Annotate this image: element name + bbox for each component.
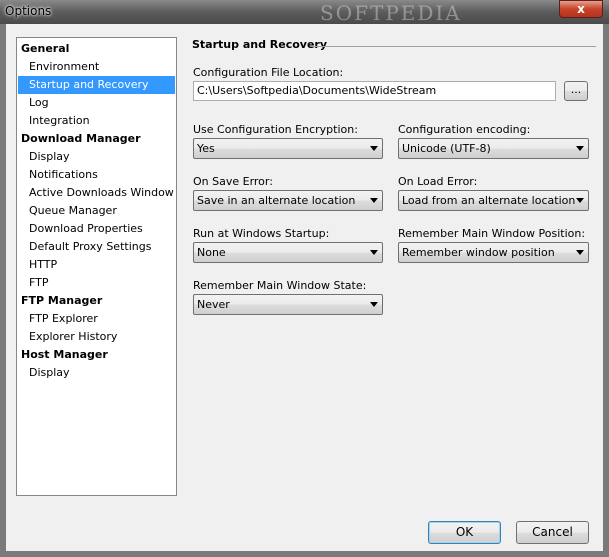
tree-item-startup-and-recovery[interactable]: Startup and Recovery xyxy=(18,76,175,94)
options-tree[interactable]: General Environment Startup and Recovery… xyxy=(16,37,177,496)
tree-item-http[interactable]: HTTP xyxy=(29,256,57,274)
tree-category-host-manager[interactable]: Host Manager xyxy=(21,346,108,364)
tree-item-download-properties[interactable]: Download Properties xyxy=(29,220,143,238)
remember-state-select[interactable]: Never xyxy=(193,294,383,315)
cancel-button[interactable]: Cancel xyxy=(516,521,589,544)
watermark-logo: SOFTPEDIA xyxy=(320,1,462,25)
tree-item-notifications[interactable]: Notifications xyxy=(29,166,98,184)
tree-item-queue-manager[interactable]: Queue Manager xyxy=(29,202,117,220)
tree-item-integration[interactable]: Integration xyxy=(29,112,90,130)
encryption-value: Yes xyxy=(197,142,215,155)
save-error-select[interactable]: Save in an alternate location xyxy=(193,190,383,211)
load-error-select[interactable]: Load from an alternate location xyxy=(398,190,589,211)
chevron-down-icon xyxy=(576,250,584,255)
encryption-label: Use Configuration Encryption: xyxy=(193,123,358,136)
tree-category-download-manager[interactable]: Download Manager xyxy=(21,130,141,148)
tree-item-default-proxy-settings[interactable]: Default Proxy Settings xyxy=(29,238,151,256)
section-title: Startup and Recovery xyxy=(192,38,328,51)
browse-button[interactable]: ... xyxy=(564,81,588,101)
close-icon: x xyxy=(577,2,585,16)
chevron-down-icon xyxy=(370,198,378,203)
ok-button[interactable]: OK xyxy=(428,521,501,544)
title-bar: Options SOFTPEDIA x xyxy=(0,0,609,25)
encryption-select[interactable]: Yes xyxy=(193,138,383,159)
remember-position-label: Remember Main Window Position: xyxy=(398,227,586,240)
tree-item-host-display[interactable]: Display xyxy=(29,364,70,382)
tree-category-ftp-manager[interactable]: FTP Manager xyxy=(21,292,102,310)
config-location-label: Configuration File Location: xyxy=(193,66,344,79)
window-frame-bottom xyxy=(0,551,609,557)
window-title: Options xyxy=(5,4,52,18)
tree-item-ftp[interactable]: FTP xyxy=(29,274,49,292)
chevron-down-icon xyxy=(370,302,378,307)
load-error-value: Load from an alternate location xyxy=(402,194,576,207)
windows-startup-label: Run at Windows Startup: xyxy=(193,227,330,240)
load-error-label: On Load Error: xyxy=(398,175,478,188)
close-button[interactable]: x xyxy=(559,0,603,18)
remember-position-select[interactable]: Remember window position xyxy=(398,242,589,263)
window-frame-right xyxy=(603,24,609,557)
tree-item-log[interactable]: Log xyxy=(29,94,49,112)
chevron-down-icon xyxy=(370,250,378,255)
save-error-label: On Save Error: xyxy=(193,175,273,188)
remember-state-label: Remember Main Window State: xyxy=(193,279,367,292)
tree-item-active-downloads-window[interactable]: Active Downloads Window xyxy=(29,184,174,202)
remember-state-value: Never xyxy=(197,298,230,311)
save-error-value: Save in an alternate location xyxy=(197,194,356,207)
windows-startup-value: None xyxy=(197,246,226,259)
tree-item-explorer-history[interactable]: Explorer History xyxy=(29,328,117,346)
tree-item-environment[interactable]: Environment xyxy=(29,58,99,76)
encoding-label: Configuration encoding: xyxy=(398,123,531,136)
chevron-down-icon xyxy=(576,146,584,151)
chevron-down-icon xyxy=(576,198,584,203)
section-divider xyxy=(310,46,596,47)
encoding-value: Unicode (UTF-8) xyxy=(402,142,491,155)
tree-item-ftp-explorer[interactable]: FTP Explorer xyxy=(29,310,98,328)
remember-position-value: Remember window position xyxy=(402,246,555,259)
tree-category-general[interactable]: General xyxy=(21,40,69,58)
dialog-body: General Environment Startup and Recovery… xyxy=(6,24,603,551)
tree-item-display[interactable]: Display xyxy=(29,148,70,166)
encoding-select[interactable]: Unicode (UTF-8) xyxy=(398,138,589,159)
config-location-input[interactable]: C:\Users\Softpedia\Documents\WideStream xyxy=(193,81,556,101)
windows-startup-select[interactable]: None xyxy=(193,242,383,263)
chevron-down-icon xyxy=(370,146,378,151)
